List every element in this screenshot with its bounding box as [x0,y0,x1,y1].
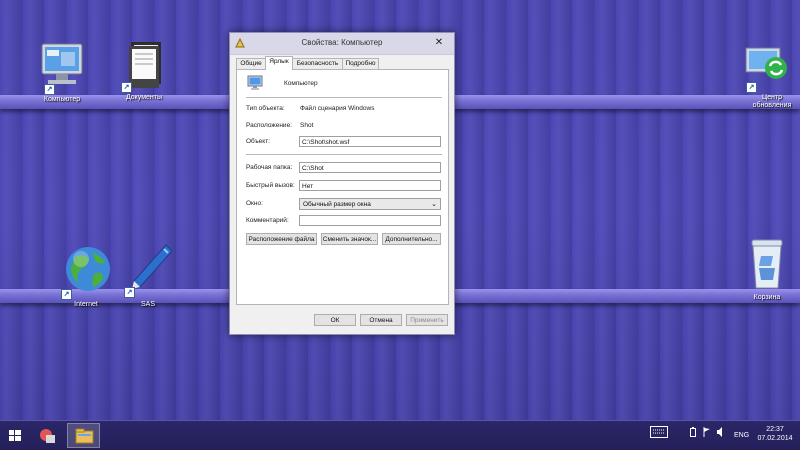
tab-details[interactable]: Подробно [342,58,379,69]
location-value: Shot [300,122,314,129]
computer-icon: ↗ [34,40,90,95]
speaker-icon[interactable] [716,427,726,439]
object-type-value: Файл сценария Windows [300,105,375,112]
flag-icon[interactable] [703,427,711,439]
hotkey-input[interactable]: Нет [299,180,441,191]
tab-general[interactable]: Общие [236,58,266,69]
divider [246,154,442,155]
shortcut-arrow-icon: ↗ [44,84,55,95]
computer-shortcut-icon [247,75,263,93]
advanced-button[interactable]: Дополнительно... [382,233,441,245]
tab-security[interactable]: Безопасность [292,58,343,69]
desktop-icon-documents[interactable]: ↗ Документы [112,40,176,102]
window-size-value: Обычный размер окна [303,201,371,208]
object-type-label: Тип объекта: [246,105,285,112]
clock-time: 22:37 [766,426,784,433]
start-button[interactable] [4,423,26,448]
shortcut-arrow-icon: ↗ [61,289,72,300]
shortcut-tab-panel: Компьютер Тип объекта: Файл сценария Win… [236,69,449,305]
language-indicator[interactable]: ENG [734,432,749,439]
windows-logo-icon [9,430,21,441]
taskbar-app-explorer[interactable] [67,423,100,448]
battery-icon[interactable] [690,427,696,439]
apply-button[interactable]: Применить [406,314,448,326]
location-label: Расположение: [246,122,292,129]
taskbar: ENG 22:37 07.02.2014 [0,420,800,450]
update-center-icon: ↗ [740,44,790,93]
tab-shortcut[interactable]: Ярлык [265,56,293,70]
chevron-down-icon: ⌄ [431,201,437,208]
shortcut-name: Компьютер [284,80,318,87]
internet-globe-icon: ↗ [61,243,111,300]
comment-label: Комментарий: [246,217,289,224]
cancel-button[interactable]: Отмена [360,314,402,326]
keyboard-icon[interactable] [650,426,668,440]
dialog-titlebar[interactable]: Свойства: Компьютер ✕ [230,33,454,55]
divider [246,97,442,98]
desktop-icon-label: Центр обновления [752,94,792,109]
target-input[interactable]: C:\Shot\shot.wsf [299,136,441,147]
shortcut-arrow-icon: ↗ [746,82,757,93]
desktop-icon-label: Компьютер [43,96,81,103]
window-label: Окно: [246,200,263,207]
working-folder-label: Рабочая папка: [246,164,293,171]
documents-icon: ↗ [119,40,169,93]
working-folder-input[interactable]: C:\Shot [299,162,441,173]
desktop-icon-computer[interactable]: ↗ Компьютер [30,40,94,104]
open-file-location-button[interactable]: Расположение файла [246,233,317,245]
shortcut-arrow-icon: ↗ [121,82,132,93]
desktop-icon-internet[interactable]: ↗ Internet [54,243,118,309]
comment-input[interactable] [299,215,441,226]
tool-app-icon [40,429,55,443]
target-label: Объект: [246,138,270,145]
desktop-icon-label: Документы [125,94,163,101]
change-icon-button[interactable]: Сменить значок... [321,233,378,245]
clock[interactable]: 22:37 07.02.2014 [757,425,793,443]
properties-dialog: Свойства: Компьютер ✕ Общие Ярлык Безопа… [229,32,455,335]
desktop-icon-update-center[interactable]: ↗ Центр обновления [733,44,797,110]
hotkey-label: Быстрый вызов: [246,182,295,189]
file-explorer-icon [75,428,94,444]
desktop-icon-label: SAS [140,301,155,308]
desktop-icon-sas[interactable]: ↗ SAS [116,243,180,309]
recycle-bin-icon [747,236,787,292]
dialog-title: Свойства: Компьютер [301,38,383,47]
window-size-select[interactable]: Обычный размер окна ⌄ [299,198,441,210]
desktop-icon-label: Internet [74,301,98,308]
taskbar-app-tool[interactable] [34,423,60,448]
ok-button[interactable]: ОК [314,314,356,326]
desktop-icon-recycle-bin[interactable]: Корзина [735,236,799,302]
sas-pen-icon: ↗ [122,243,174,299]
close-icon[interactable]: ✕ [432,36,446,50]
desktop-icon-label: Корзина [753,294,781,301]
shortcut-arrow-icon: ↗ [124,287,135,298]
clock-date: 07.02.2014 [757,435,793,442]
